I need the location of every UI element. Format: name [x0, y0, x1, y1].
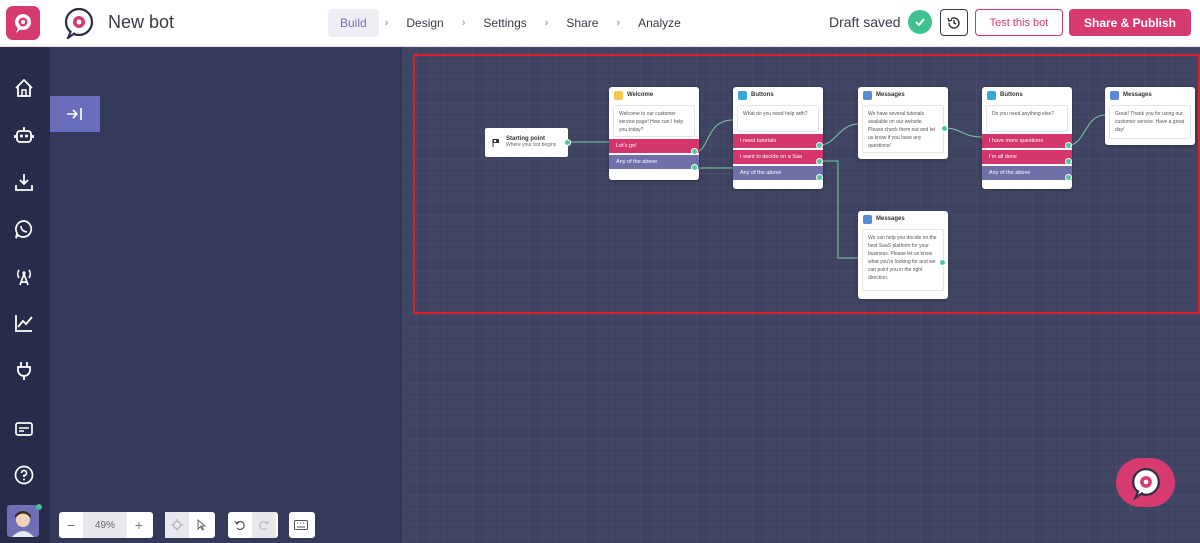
node-title: Buttons: [1000, 92, 1023, 98]
node-title: Welcome: [627, 92, 654, 98]
tab-analyze[interactable]: Analyze: [626, 9, 693, 37]
home-icon[interactable]: [11, 75, 37, 101]
message-bubble: We can help you decide on the best SaaS …: [862, 229, 944, 291]
broadcast-icon[interactable]: [11, 263, 37, 289]
chat-icon: [863, 214, 872, 224]
message-bubble: Welcome to our customer service page! Ho…: [613, 105, 695, 137]
option-button[interactable]: Let's go!: [609, 139, 699, 153]
option-button[interactable]: Any of the above: [982, 166, 1072, 180]
history-icon: [947, 16, 960, 29]
message-bubble: We have several tutorials available on o…: [862, 105, 944, 153]
top-bar: New bot Build › Design › Settings › Shar…: [0, 0, 1200, 47]
node-messages-1[interactable]: Messages We have several tutorials avail…: [858, 87, 948, 159]
pointer-controls: [165, 512, 215, 538]
bot-avatar-icon: [64, 7, 94, 39]
start-node[interactable]: Starting point Where your bot begins: [485, 128, 571, 157]
option-button[interactable]: I have more questions: [982, 134, 1072, 148]
output-port[interactable]: [1065, 158, 1072, 165]
history-controls: [228, 512, 278, 538]
node-welcome[interactable]: Welcome Welcome to our customer service …: [609, 87, 699, 180]
buttons-icon: [738, 90, 747, 100]
nav-separator: ›: [384, 17, 389, 29]
output-port[interactable]: [1065, 142, 1072, 149]
wave-icon: [614, 90, 623, 100]
node-title: Messages: [1123, 92, 1152, 98]
output-port[interactable]: [939, 259, 946, 266]
nav-tabs: Build › Design › Settings › Share › Anal…: [328, 9, 693, 37]
chat-icon: [1110, 90, 1119, 100]
draft-status: Draft saved: [829, 14, 901, 30]
option-button[interactable]: Any of the above: [609, 155, 699, 169]
zoom-level: 49%: [83, 512, 127, 538]
keyboard-icon[interactable]: [289, 512, 313, 538]
option-button[interactable]: Any of the above: [733, 166, 823, 180]
message-bubble: Great! Thank you for using our customer …: [1109, 105, 1191, 139]
output-port[interactable]: [691, 148, 698, 155]
tab-design[interactable]: Design: [394, 9, 455, 37]
nav-separator: ›: [616, 17, 621, 29]
node-buttons-2[interactable]: Buttons Do you need anything else? I hav…: [982, 87, 1072, 189]
nav-separator: ›: [461, 17, 466, 29]
redo-icon[interactable]: [252, 512, 276, 538]
tab-share[interactable]: Share: [554, 9, 610, 37]
user-avatar[interactable]: [7, 505, 39, 537]
share-publish-button[interactable]: Share & Publish: [1069, 9, 1191, 36]
node-messages-2[interactable]: Messages Great! Thank you for using our …: [1105, 87, 1195, 145]
output-port[interactable]: [816, 142, 823, 149]
plug-icon[interactable]: [11, 357, 37, 383]
output-port[interactable]: [816, 174, 823, 181]
arrow-right-bar-icon: [67, 108, 82, 120]
bot-title[interactable]: New bot: [108, 12, 174, 33]
output-port[interactable]: [941, 125, 948, 132]
chat-widget-button[interactable]: [1116, 458, 1175, 507]
chat-icon: [863, 90, 872, 100]
undo-icon[interactable]: [228, 512, 252, 538]
bot-chat-icon: [1131, 467, 1160, 500]
message-bubble: Do you need anything else?: [986, 105, 1068, 132]
option-button[interactable]: I need tutorials: [733, 134, 823, 148]
node-title: Messages: [876, 92, 905, 98]
option-button[interactable]: I'm all done: [982, 150, 1072, 164]
pointer-icon[interactable]: [189, 512, 213, 538]
node-messages-3[interactable]: Messages We can help you decide on the b…: [858, 211, 948, 299]
zoom-controls: − 49% +: [59, 512, 153, 538]
output-port[interactable]: [691, 164, 698, 171]
option-button[interactable]: I want to decide on a Saa: [733, 150, 823, 164]
tab-settings[interactable]: Settings: [471, 9, 538, 37]
flag-icon: [492, 138, 499, 147]
output-port[interactable]: [564, 139, 571, 146]
output-port[interactable]: [816, 158, 823, 165]
node-title: Messages: [876, 216, 905, 222]
help-icon[interactable]: [11, 462, 37, 488]
tab-build[interactable]: Build: [328, 9, 379, 37]
history-button[interactable]: [940, 9, 968, 36]
nav-separator: ›: [544, 17, 549, 29]
logo-icon: [15, 14, 31, 33]
whatsapp-icon[interactable]: [11, 216, 37, 242]
output-port[interactable]: [1065, 174, 1072, 181]
side-panel: [50, 47, 402, 543]
zoom-out-button[interactable]: −: [59, 512, 83, 538]
node-buttons-1[interactable]: Buttons What do you need help with? I ne…: [733, 87, 823, 189]
keyboard-controls: [289, 512, 315, 538]
online-status-dot: [36, 504, 42, 510]
start-subtitle: Where your bot begins: [506, 142, 557, 148]
app-logo[interactable]: [6, 6, 40, 40]
check-icon: [908, 10, 932, 34]
collapse-panel-button[interactable]: [50, 96, 100, 132]
bot-icon[interactable]: [11, 122, 37, 148]
node-title: Buttons: [751, 92, 774, 98]
test-bot-button[interactable]: Test this bot: [975, 9, 1063, 36]
zoom-in-button[interactable]: +: [127, 512, 151, 538]
message-bubble: What do you need help with?: [737, 105, 819, 132]
card-icon[interactable]: [11, 416, 37, 442]
center-icon[interactable]: [165, 512, 189, 538]
analytics-icon[interactable]: [11, 310, 37, 336]
buttons-icon: [987, 90, 996, 100]
download-icon[interactable]: [11, 169, 37, 195]
